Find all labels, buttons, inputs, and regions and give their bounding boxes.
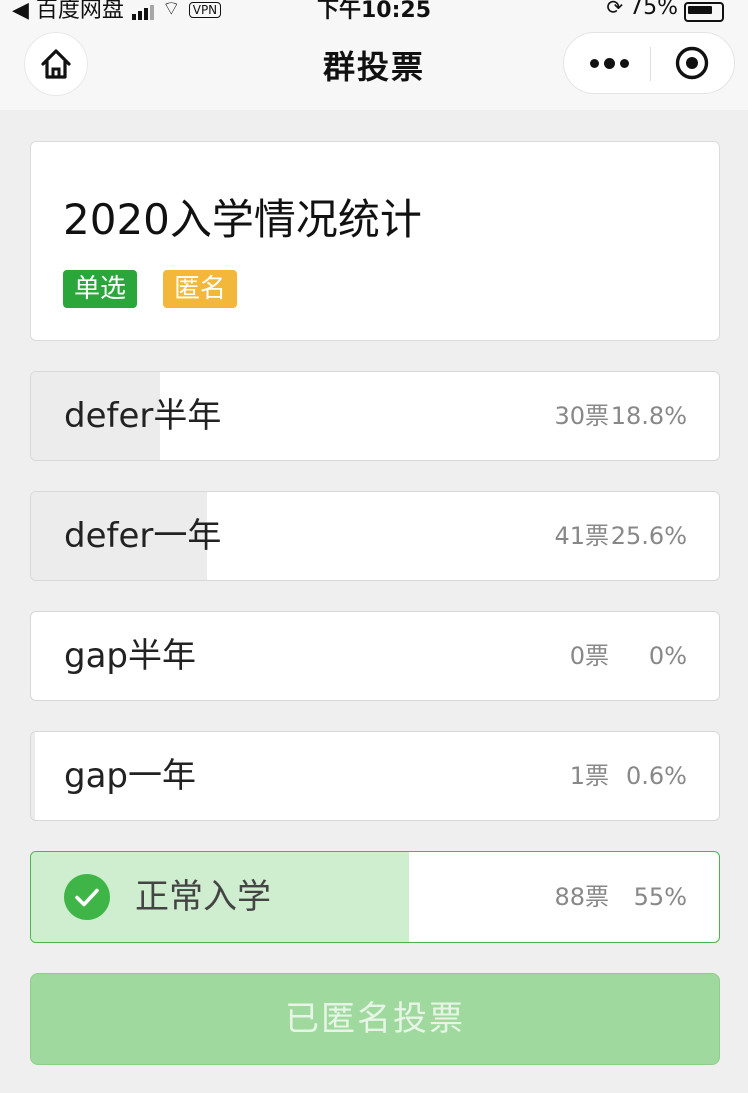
option-votes: 88票 — [554, 883, 609, 911]
option-percent: 18.8% — [610, 402, 687, 430]
rotation-lock-icon: ⟳ — [606, 0, 624, 19]
option-label: defer半年 — [64, 396, 222, 436]
poll-title: 2020入学情况统计 — [63, 195, 422, 244]
more-button[interactable] — [584, 33, 634, 93]
battery-icon — [684, 2, 724, 22]
option-label: gap半年 — [64, 636, 196, 676]
option-votes: 0票 — [569, 642, 609, 670]
option-label: 正常入学 — [135, 877, 271, 917]
more-dots-icon — [589, 58, 599, 68]
option-percent: 0.6% — [626, 762, 687, 790]
option-percent: 0% — [648, 642, 687, 670]
poll-option-selected[interactable]: 正常入学 88票 55% — [30, 851, 720, 943]
single-choice-tag: 单选 — [63, 270, 138, 308]
battery-percent: 75% — [629, 0, 678, 20]
anonymous-tag: 匿名 — [163, 270, 238, 308]
poll-option[interactable]: defer半年 30票 18.8% — [30, 371, 720, 461]
poll-option[interactable]: defer一年 41票 25.6% — [30, 491, 720, 581]
mini-program-capsule — [563, 32, 735, 94]
option-votes: 1票 — [569, 762, 609, 790]
result-fill-bar — [31, 732, 35, 820]
option-votes: 41票 — [554, 522, 609, 550]
status-right: ⟳ 75% — [606, 0, 724, 22]
option-percent: 55% — [633, 883, 687, 911]
option-votes: 30票 — [554, 402, 609, 430]
check-circle-icon — [64, 874, 110, 920]
nav-bar: 群投票 — [0, 22, 748, 110]
option-label: gap一年 — [64, 756, 196, 796]
status-bar: ◀ 百度网盘 ⌔ VPN 下午10:25 ⟳ 75% — [0, 0, 748, 22]
option-label: defer一年 — [64, 516, 222, 556]
capsule-divider — [650, 47, 651, 81]
poll-header-card: 2020入学情况统计 单选 匿名 — [30, 141, 720, 341]
voted-anonymously-button[interactable]: 已匿名投票 — [30, 973, 720, 1065]
option-percent: 25.6% — [610, 522, 687, 550]
poll-option[interactable]: gap半年 0票 0% — [30, 611, 720, 701]
poll-option[interactable]: gap一年 1票 0.6% — [30, 731, 720, 821]
target-close-icon[interactable] — [674, 45, 710, 81]
